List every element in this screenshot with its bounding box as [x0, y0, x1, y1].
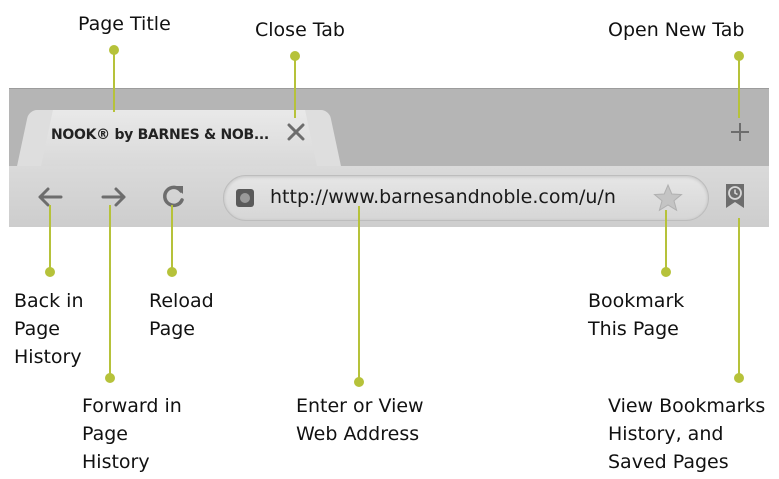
dot-address — [354, 377, 364, 387]
dot-view-bookmarks — [734, 373, 744, 383]
dot-new-tab — [734, 51, 744, 61]
dot-page-title — [109, 45, 119, 55]
close-tab-button[interactable] — [285, 121, 307, 143]
dot-back — [45, 267, 55, 277]
close-icon — [287, 123, 305, 141]
callout-lines — [45, 45, 744, 387]
dot-forward — [105, 373, 115, 383]
dot-reload — [167, 267, 177, 277]
dot-bookmark — [661, 267, 671, 277]
dot-close-tab — [290, 51, 300, 61]
